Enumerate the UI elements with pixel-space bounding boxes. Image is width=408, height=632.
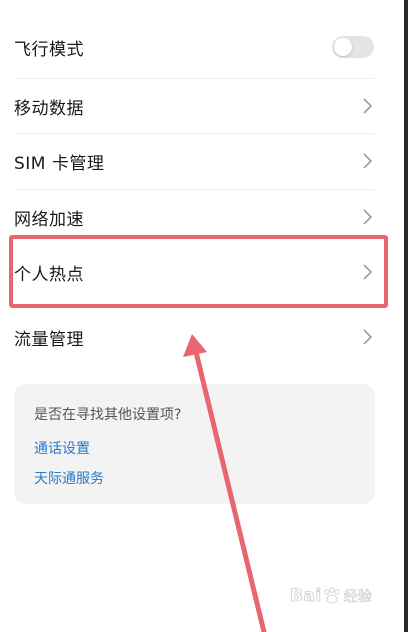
screen-edge bbox=[404, 0, 408, 632]
divider bbox=[14, 78, 374, 79]
sim-management-label: SIM 卡管理 bbox=[14, 153, 105, 174]
watermark-brand: Bai bbox=[290, 586, 322, 607]
settings-row-sim-management[interactable]: SIM 卡管理 bbox=[14, 149, 374, 174]
airplane-mode-toggle[interactable] bbox=[332, 36, 374, 58]
network-boost-label: 网络加速 bbox=[14, 209, 84, 230]
mobile-data-label: 移动数据 bbox=[14, 98, 84, 119]
settings-row-data-usage[interactable]: 流量管理 bbox=[14, 325, 374, 350]
paw-icon bbox=[324, 587, 340, 604]
toggle-knob bbox=[334, 38, 352, 56]
settings-row-airplane-mode[interactable]: 飞行模式 bbox=[14, 35, 374, 60]
divider bbox=[14, 133, 374, 134]
chevron-right-icon bbox=[363, 98, 373, 114]
call-settings-link[interactable]: 通话设置 bbox=[34, 438, 90, 458]
chevron-right-icon bbox=[363, 329, 373, 345]
chevron-right-icon bbox=[363, 209, 373, 225]
highlight-annotation-box bbox=[9, 235, 388, 308]
settings-row-network-boost[interactable]: 网络加速 bbox=[14, 205, 374, 230]
suggestion-question: 是否在寻找其他设置项? bbox=[34, 407, 182, 423]
divider bbox=[14, 189, 374, 190]
settings-row-mobile-data[interactable]: 移动数据 bbox=[14, 94, 374, 119]
suggestion-card: 是否在寻找其他设置项? 通话设置 天际通服务 bbox=[14, 384, 375, 504]
watermark-sub: 经验 bbox=[343, 589, 372, 606]
data-usage-label: 流量管理 bbox=[14, 329, 84, 350]
chevron-right-icon bbox=[363, 153, 373, 169]
baidu-watermark: Bai 经验 bbox=[290, 586, 372, 607]
airplane-mode-label: 飞行模式 bbox=[14, 39, 84, 60]
tianjitong-service-link[interactable]: 天际通服务 bbox=[34, 468, 104, 488]
